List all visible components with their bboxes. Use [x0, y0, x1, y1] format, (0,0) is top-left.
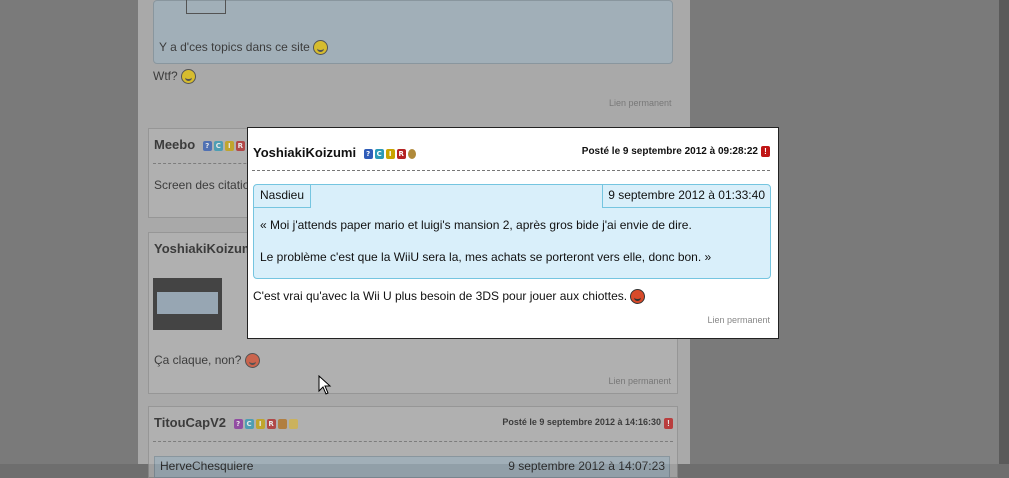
quote-text: « Moi j'attends paper mario et luigi's m…	[260, 218, 692, 232]
i-badge-icon: I	[224, 140, 234, 151]
report-icon[interactable]: !	[664, 418, 673, 429]
page-right-edge	[999, 0, 1009, 464]
post-author[interactable]: TitouCapV2	[154, 415, 226, 430]
quote-block: HerveChesquiere 9 septembre 2012 à 14:07…	[154, 456, 670, 478]
permalink[interactable]: Lien permanent	[608, 376, 671, 386]
user-badges: ? C I R	[202, 140, 245, 151]
post-text: C'est vrai qu'avec la Wii U plus besoin …	[253, 289, 628, 303]
i-badge-icon: I	[255, 418, 265, 429]
trophy-icon	[407, 148, 416, 159]
r-badge-icon: R	[396, 148, 406, 159]
quote-text: Y a d'ces topics dans ce site	[159, 40, 310, 54]
smiley-icon	[630, 289, 646, 305]
quote-author[interactable]: Nasdieu	[254, 185, 312, 208]
forum-post: TitouCapV2 ? C I R Posté le 9 septembre …	[148, 406, 678, 478]
trophy-icon	[277, 418, 287, 429]
mail-icon[interactable]	[288, 418, 298, 429]
i-badge-icon: I	[385, 148, 395, 159]
quote-date: 9 septembre 2012 à 14:07:23	[508, 459, 665, 473]
sign-image	[186, 0, 226, 14]
quote-block: Nasdieu 9 septembre 2012 à 01:33:40 « Mo…	[253, 184, 771, 279]
permalink[interactable]: Lien permanent	[707, 315, 770, 325]
quote-text: Le problème c'est que la WiiU sera la, m…	[260, 250, 712, 264]
smiley-icon	[244, 353, 260, 369]
permalink[interactable]: Lien permanent	[609, 98, 672, 108]
smiley-icon	[313, 40, 329, 56]
post-date: Posté le 9 septembre 2012 à 09:28:22	[581, 146, 758, 157]
post-text: Wtf?	[153, 69, 178, 83]
quoted-post-popup: YoshiakiKoizumi ? C I R Posté le 9 septe…	[247, 127, 779, 339]
user-badges: ? C I R	[363, 148, 416, 159]
r-badge-icon: R	[235, 140, 245, 151]
separator	[252, 170, 770, 171]
c-badge-icon: C	[213, 140, 223, 151]
help-badge-icon: ?	[363, 148, 373, 159]
c-badge-icon: C	[374, 148, 384, 159]
help-badge-icon: ?	[202, 140, 212, 151]
c-badge-icon: C	[244, 418, 254, 429]
post-author[interactable]: YoshiakiKoizumi	[253, 145, 356, 160]
post-text: Screen des citatio	[154, 178, 250, 192]
screenshot-thumbnail[interactable]	[153, 278, 222, 330]
post-author[interactable]: YoshiakiKoizumi	[154, 241, 257, 256]
user-badges: ? C I R	[233, 418, 298, 429]
report-icon[interactable]: !	[761, 146, 770, 157]
post-date: Posté le 9 septembre 2012 à 14:16:30	[502, 417, 661, 427]
r-badge-icon: R	[266, 418, 276, 429]
help-badge-icon: ?	[233, 418, 243, 429]
post-author[interactable]: Meebo	[154, 137, 195, 152]
quote-block: Y a d'ces topics dans ce site	[153, 0, 673, 64]
quote-date[interactable]: 9 septembre 2012 à 01:33:40	[602, 185, 770, 208]
smiley-icon	[181, 69, 197, 85]
post-text: Ça claque, non?	[154, 353, 242, 367]
quote-author: HerveChesquiere	[160, 459, 254, 473]
